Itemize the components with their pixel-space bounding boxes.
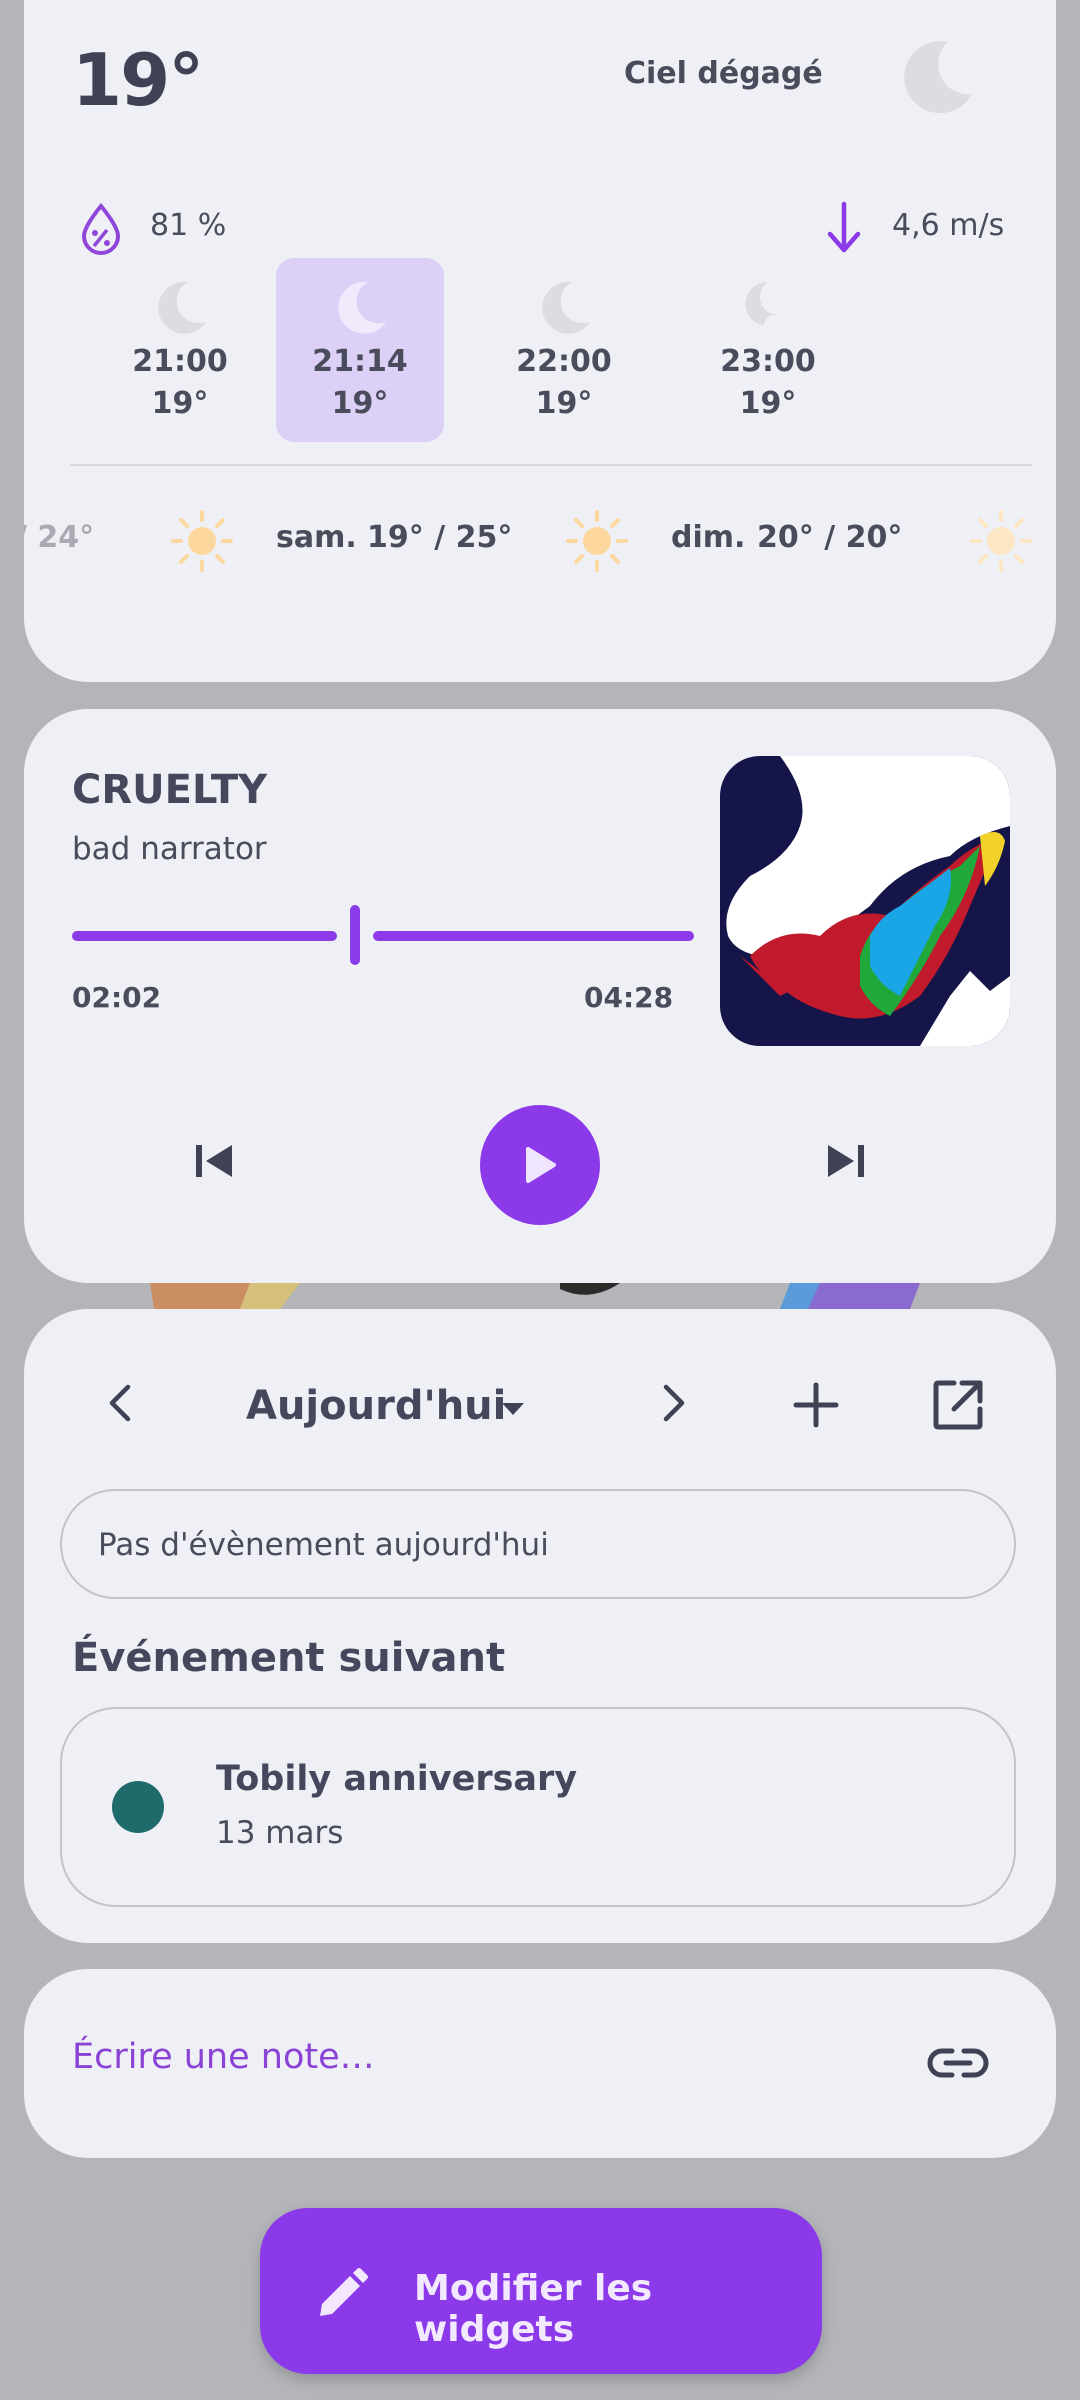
daily-day: sam. [276, 520, 357, 555]
hourly-forecast-item[interactable]: 22:00 19° [480, 258, 648, 442]
hour-temp: 19° [535, 386, 593, 421]
humidity-value: 81 % [150, 208, 227, 243]
hour-time: 21:00 [132, 344, 228, 379]
sun-icon [970, 510, 1032, 572]
music-widget[interactable]: CRUELTY bad narrator 02:02 04:28 [24, 709, 1056, 1283]
note-widget[interactable]: Écrire une note… [24, 1969, 1056, 2158]
dropdown-arrow-icon[interactable] [500, 1401, 526, 1417]
moon-icon [542, 281, 590, 334]
event-color-dot [112, 1781, 164, 1833]
event-title: Tobily anniversary [216, 1759, 578, 1799]
play-button[interactable] [480, 1105, 600, 1225]
link-icon[interactable] [926, 2039, 990, 2087]
calendar-day-selector[interactable]: Aujourd'hui [246, 1383, 506, 1429]
hour-temp: 19° [151, 386, 209, 421]
edit-widgets-label: Modifier les widgets [414, 2268, 653, 2350]
edit-widgets-button[interactable]: Modifier les widgets [260, 2208, 822, 2374]
wind-speed: 4,6 m/s [892, 208, 1005, 243]
sun-icon [566, 510, 628, 572]
hourly-forecast-item[interactable]: 23:00 19° [684, 258, 852, 442]
seek-bar-remaining [373, 931, 694, 941]
album-cover[interactable] [720, 756, 1010, 1046]
daily-forecast-strip[interactable]: / 24° sam. 19° / 25° dim. 20° / 20° [24, 500, 1056, 586]
play-icon [526, 1147, 556, 1183]
skip-next-icon[interactable] [824, 1139, 868, 1183]
song-title: CRUELTY [72, 767, 268, 813]
weather-widget[interactable]: 19° Ciel dégagé 81 % 4,6 m/s 21:00 19° 2… [24, 0, 1056, 682]
moon-icon [158, 281, 206, 334]
moon-icon [904, 41, 972, 114]
weather-condition: Ciel dégagé [624, 56, 823, 91]
chevron-left-icon[interactable] [100, 1381, 140, 1425]
hour-temp: 19° [739, 386, 797, 421]
chevron-right-icon[interactable] [654, 1381, 694, 1425]
next-event-heading: Événement suivant [72, 1635, 506, 1681]
add-icon[interactable] [792, 1381, 840, 1429]
daily-range: 20° / 20° [757, 520, 903, 555]
no-event-text: Pas d'évènement aujourd'hui [98, 1527, 549, 1563]
seek-bar-thumb[interactable] [350, 905, 360, 965]
wallpaper-art [150, 1283, 920, 1309]
calendar-widget[interactable]: Aujourd'hui Pas d'évènement aujourd'hui … [24, 1309, 1056, 1943]
hourly-forecast-item[interactable]: 21:00 19° [96, 258, 264, 442]
moon-icon [338, 281, 386, 334]
divider [70, 464, 1032, 466]
hour-time: 23:00 [720, 344, 816, 379]
current-temperature: 19° [72, 38, 204, 122]
daily-day: dim. [671, 520, 746, 555]
sun-icon [171, 510, 233, 572]
daily-range: 19° / 25° [367, 520, 513, 555]
hourly-forecast-item-selected[interactable]: 21:14 19° [276, 258, 444, 442]
hour-time: 21:14 [312, 344, 408, 379]
wind-direction-icon [827, 201, 861, 253]
moon-cloud-icon [745, 281, 796, 330]
daily-forecast-partial: / 24° [24, 520, 95, 555]
no-event-message: Pas d'évènement aujourd'hui [60, 1489, 1016, 1599]
event-card[interactable]: Tobily anniversary 13 mars [60, 1707, 1016, 1907]
open-in-new-icon[interactable] [930, 1377, 986, 1433]
humidity-icon [81, 202, 121, 255]
hour-time: 22:00 [516, 344, 612, 379]
skip-previous-icon[interactable] [192, 1139, 236, 1183]
elapsed-time: 02:02 [72, 981, 162, 1014]
total-duration: 04:28 [584, 981, 674, 1014]
song-artist: bad narrator [72, 831, 267, 867]
seek-bar-played [72, 931, 337, 941]
note-input[interactable]: Écrire une note… [72, 2037, 375, 2077]
pencil-icon [320, 2268, 368, 2316]
event-date: 13 mars [216, 1815, 344, 1851]
hour-temp: 19° [331, 386, 389, 421]
